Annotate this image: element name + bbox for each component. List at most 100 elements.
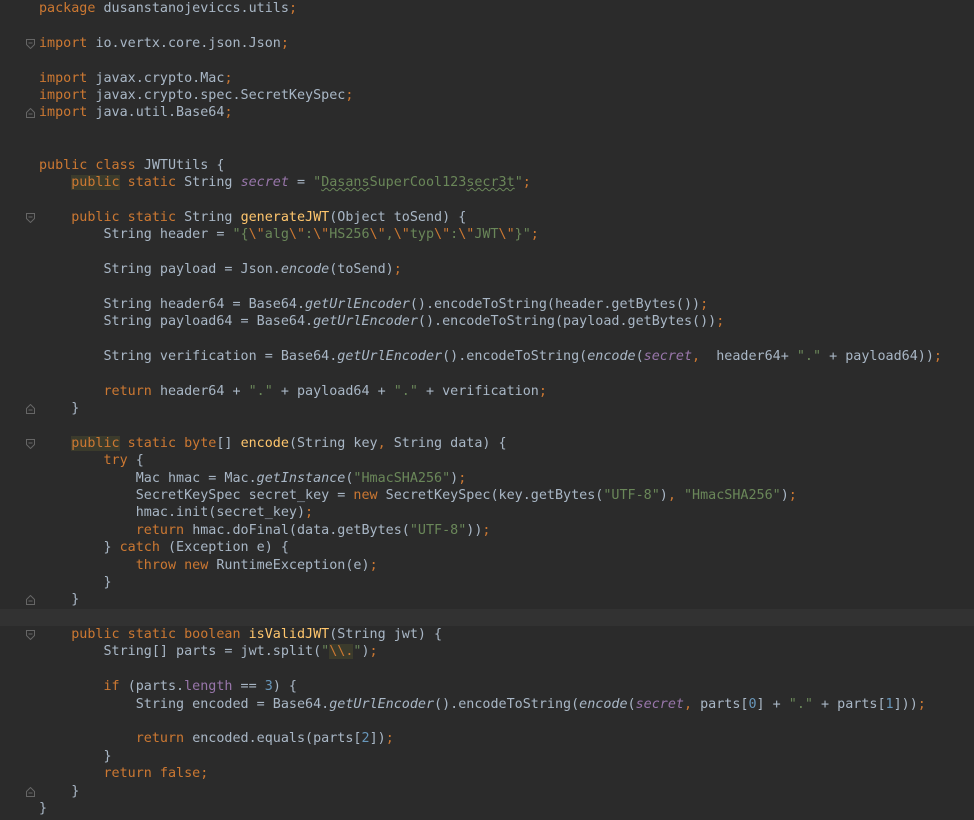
- code-token: getUrlEncoder: [305, 296, 410, 312]
- code-token: \": [498, 227, 515, 243]
- code-token: import: [39, 35, 96, 51]
- code-line[interactable]: return encoded.equals(parts[2]);: [0, 730, 974, 747]
- code-line[interactable]: [0, 139, 974, 156]
- code-line[interactable]: hmac.init(secret_key);: [0, 504, 974, 521]
- code-line[interactable]: String payload64 = Base64.getUrlEncoder(…: [0, 313, 974, 330]
- code-token: parts[: [692, 696, 749, 712]
- code-token: 1: [885, 696, 894, 712]
- code-line[interactable]: [0, 243, 974, 260]
- code-token: ) {: [272, 679, 297, 695]
- code-line[interactable]: [0, 365, 974, 382]
- code-line[interactable]: [0, 17, 974, 34]
- code-line[interactable]: String header = "{\"alg\":\"HS256\",\"ty…: [0, 226, 974, 243]
- code-token: ().encodeToString(: [442, 348, 588, 364]
- code-line[interactable]: String[] parts = jwt.split("\\.");: [0, 643, 974, 660]
- code-line-text: import io.vertx.core.json.Json;: [39, 35, 289, 52]
- code-line[interactable]: return header64 + "." + payload64 + "." …: [0, 383, 974, 400]
- code-token: String: [184, 174, 241, 190]
- code-line[interactable]: throw new RuntimeException(e);: [0, 557, 974, 574]
- code-line[interactable]: import javax.crypto.Mac;: [0, 70, 974, 87]
- code-line-text: String verification = Base64.getUrlEncod…: [39, 348, 942, 365]
- code-token: \": [434, 227, 451, 243]
- code-line-text: public static String secret = "DasansSup…: [39, 174, 531, 191]
- code-line[interactable]: [0, 330, 974, 347]
- code-token: if: [103, 679, 128, 695]
- fold-end-icon[interactable]: [26, 595, 35, 606]
- code-token: ;: [224, 70, 233, 86]
- code-line[interactable]: }: [0, 400, 974, 417]
- code-line[interactable]: Mac hmac = Mac.getInstance("HmacSHA256")…: [0, 470, 974, 487]
- code-line[interactable]: SecretKeySpec secret_key = new SecretKey…: [0, 487, 974, 504]
- code-line[interactable]: import java.util.Base64;: [0, 104, 974, 121]
- code-token: ;: [917, 696, 926, 712]
- code-token: SecretKeySpec(key.getBytes(: [385, 487, 604, 503]
- fold-collapse-icon[interactable]: [26, 630, 35, 641]
- code-line[interactable]: public static String secret = "DasansSup…: [0, 174, 974, 191]
- code-line[interactable]: [0, 417, 974, 434]
- fold-collapse-icon[interactable]: [26, 38, 35, 49]
- code-line[interactable]: package dusanstanojeviccs.utils;: [0, 0, 974, 17]
- code-line[interactable]: [0, 608, 974, 627]
- code-line[interactable]: return false;: [0, 765, 974, 782]
- code-line[interactable]: try {: [0, 452, 974, 469]
- code-token: 2: [361, 731, 370, 747]
- code-line[interactable]: import io.vertx.core.json.Json;: [0, 35, 974, 52]
- code-line[interactable]: [0, 122, 974, 139]
- code-line[interactable]: public static boolean isValidJWT(String …: [0, 626, 974, 643]
- code-token: public static: [71, 627, 185, 643]
- code-token: ,: [385, 227, 394, 243]
- code-line-text: String header64 = Base64.getUrlEncoder()…: [39, 296, 708, 313]
- code-token: java.util.Base64: [95, 105, 225, 121]
- code-line[interactable]: }: [0, 783, 974, 800]
- fold-end-icon[interactable]: [26, 403, 35, 414]
- code-line-text: } catch (Exception e) {: [39, 539, 288, 556]
- code-line[interactable]: public static String generateJWT(Object …: [0, 209, 974, 226]
- code-line[interactable]: }: [0, 574, 974, 591]
- code-line[interactable]: [0, 278, 974, 295]
- code-line[interactable]: String verification = Base64.getUrlEncod…: [0, 348, 974, 365]
- code-line[interactable]: [0, 191, 974, 208]
- code-line-text: }: [39, 400, 79, 417]
- fold-collapse-icon[interactable]: [26, 438, 35, 449]
- code-line[interactable]: import javax.crypto.spec.SecretKeySpec;: [0, 87, 974, 104]
- code-line[interactable]: }: [0, 800, 974, 817]
- code-token: JWTUtils {: [143, 157, 225, 173]
- code-line[interactable]: }: [0, 748, 974, 765]
- code-token: ".": [788, 696, 813, 712]
- code-line[interactable]: String encoded = Base64.getUrlEncoder().…: [0, 696, 974, 713]
- code-token: String payload64 = Base64.: [39, 314, 314, 330]
- code-token: ] +: [756, 696, 789, 712]
- code-line[interactable]: String header64 = Base64.getUrlEncoder()…: [0, 296, 974, 313]
- fold-collapse-icon[interactable]: [26, 212, 35, 223]
- code-line[interactable]: } catch (Exception e) {: [0, 539, 974, 556]
- code-line[interactable]: public class JWTUtils {: [0, 157, 974, 174]
- code-line[interactable]: }: [0, 591, 974, 608]
- code-editor[interactable]: package dusanstanojeviccs.utils; import i…: [0, 0, 974, 820]
- code-token: isValidJWT: [248, 627, 330, 643]
- code-token: (: [635, 348, 644, 364]
- code-token: ;: [700, 296, 709, 312]
- code-line[interactable]: if (parts.length == 3) {: [0, 678, 974, 695]
- code-token: String header =: [39, 227, 233, 243]
- code-token: "UTF-8": [409, 522, 467, 538]
- code-line-text: String payload64 = Base64.getUrlEncoder(…: [39, 313, 724, 330]
- code-token: SuperCool123: [369, 174, 467, 190]
- code-token: ): [361, 644, 370, 660]
- code-line[interactable]: String payload = Json.encode(toSend);: [0, 261, 974, 278]
- fold-end-icon[interactable]: [26, 786, 35, 797]
- code-line[interactable]: [0, 713, 974, 730]
- code-line[interactable]: return hmac.doFinal(data.getBytes("UTF-8…: [0, 522, 974, 539]
- fold-end-icon[interactable]: [26, 108, 35, 119]
- code-line[interactable]: [0, 52, 974, 69]
- code-line[interactable]: [0, 661, 974, 678]
- code-token: encode: [587, 348, 636, 364]
- code-line-text: String encoded = Base64.getUrlEncoder().…: [39, 696, 926, 713]
- code-token: ;: [345, 87, 354, 103]
- code-token: ;: [788, 487, 797, 503]
- code-line[interactable]: public static byte[] encode(String key, …: [0, 435, 974, 452]
- code-token: byte: [184, 435, 217, 451]
